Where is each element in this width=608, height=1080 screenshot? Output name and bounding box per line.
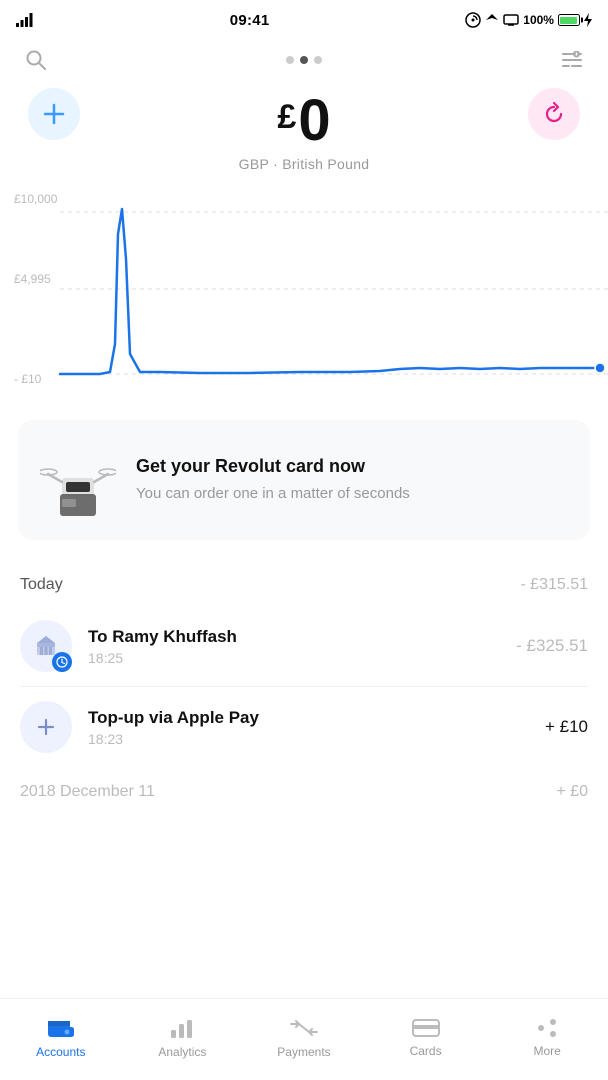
- battery-percent: 100%: [523, 13, 554, 27]
- cards-label: Cards: [410, 1044, 442, 1058]
- promo-text-block: Get your Revolut card now You can order …: [136, 456, 410, 504]
- chart-svg: [0, 184, 608, 404]
- transaction-amount-1: - £325.51: [516, 636, 588, 656]
- transaction-icon-topup: [20, 701, 72, 753]
- transaction-info-2: Top-up via Apple Pay 18:23: [88, 708, 529, 747]
- transaction-time-2: 18:23: [88, 731, 529, 747]
- status-bar: 09:41 100%: [0, 0, 608, 36]
- today-section-header: Today - £315.51: [0, 556, 608, 606]
- page-dot-1: [286, 56, 294, 64]
- balance-chart: £10,000 £4,995 - £10: [0, 184, 608, 404]
- currency-code: GBP: [239, 156, 269, 172]
- time-badge: [52, 652, 72, 672]
- filter-button[interactable]: [556, 44, 588, 76]
- header: [0, 36, 608, 80]
- currency-info: GBP · British Pound: [239, 156, 370, 172]
- currency-symbol: £: [277, 100, 296, 134]
- page-indicators: [286, 56, 322, 64]
- dec-section-header: 2018 December 11 + £0: [0, 767, 608, 809]
- battery-indicator: [558, 14, 580, 26]
- dec-total: + £0: [556, 783, 588, 801]
- nav-more[interactable]: More: [486, 999, 608, 1080]
- promo-illustration: [40, 442, 116, 518]
- transaction-item[interactable]: To Ramy Khuffash 18:25 - £325.51: [0, 606, 608, 686]
- transaction-name-1: To Ramy Khuffash: [88, 627, 500, 647]
- wallet-icon: [47, 1016, 75, 1040]
- lightning-icon: [584, 13, 592, 27]
- plus-circle-icon: [33, 714, 59, 740]
- balance-value: 0: [298, 92, 330, 150]
- payments-label: Payments: [277, 1045, 330, 1059]
- nav-analytics[interactable]: Analytics: [122, 999, 244, 1080]
- page-dot-3: [314, 56, 322, 64]
- search-icon: [25, 49, 47, 71]
- transaction-time-1: 18:25: [88, 650, 500, 666]
- balance-display: £ 0: [277, 92, 330, 150]
- promo-title: Get your Revolut card now: [136, 456, 410, 477]
- today-total: - £315.51: [520, 576, 588, 594]
- today-label: Today: [20, 576, 63, 594]
- accounts-label: Accounts: [36, 1045, 85, 1059]
- sync-button[interactable]: [528, 88, 580, 140]
- transaction-item-2[interactable]: Top-up via Apple Pay 18:23 + £10: [0, 687, 608, 767]
- arrows-icon: [289, 1016, 319, 1040]
- lock-icon: [465, 12, 481, 28]
- transaction-amount-2: + £10: [545, 717, 588, 737]
- transaction-info-1: To Ramy Khuffash 18:25: [88, 627, 500, 666]
- transaction-name-2: Top-up via Apple Pay: [88, 708, 529, 728]
- screen-icon: [503, 14, 519, 26]
- location-icon: [485, 13, 499, 27]
- accounts-icon: [47, 1016, 75, 1040]
- plus-icon: [41, 101, 67, 127]
- status-right-group: 100%: [465, 12, 592, 28]
- nav-cards[interactable]: Cards: [365, 999, 487, 1080]
- page-dot-2: [300, 56, 308, 64]
- bottom-navigation: Accounts Analytics Payments: [0, 998, 608, 1080]
- promo-image: [38, 440, 118, 520]
- analytics-label: Analytics: [158, 1045, 206, 1059]
- more-icon: [533, 1017, 561, 1039]
- add-money-button[interactable]: [28, 88, 80, 140]
- dec-date-label: 2018 December 11: [20, 783, 155, 801]
- dots-icon: [533, 1017, 561, 1039]
- balance-section: £ 0 GBP · British Pound: [0, 80, 608, 176]
- payments-icon: [289, 1016, 319, 1040]
- signal-indicator: [16, 13, 34, 27]
- search-button[interactable]: [20, 44, 52, 76]
- status-time: 09:41: [230, 12, 270, 29]
- promo-card[interactable]: Get your Revolut card now You can order …: [18, 420, 590, 540]
- promo-subtitle: You can order one in a matter of seconds: [136, 483, 410, 504]
- bar-chart-icon: [169, 1016, 195, 1040]
- filter-icon: [561, 51, 583, 69]
- currency-separator: ·: [273, 156, 282, 172]
- currency-name: British Pound: [282, 156, 369, 172]
- sync-icon: [541, 101, 567, 127]
- transaction-icon-transfer: [20, 620, 72, 672]
- nav-payments[interactable]: Payments: [243, 999, 365, 1080]
- card-icon: [412, 1017, 440, 1039]
- more-label: More: [534, 1044, 561, 1058]
- signal-icon: [16, 13, 34, 27]
- nav-accounts[interactable]: Accounts: [0, 999, 122, 1080]
- analytics-icon: [169, 1016, 195, 1040]
- clock-icon: [56, 656, 68, 668]
- cards-icon: [412, 1017, 440, 1039]
